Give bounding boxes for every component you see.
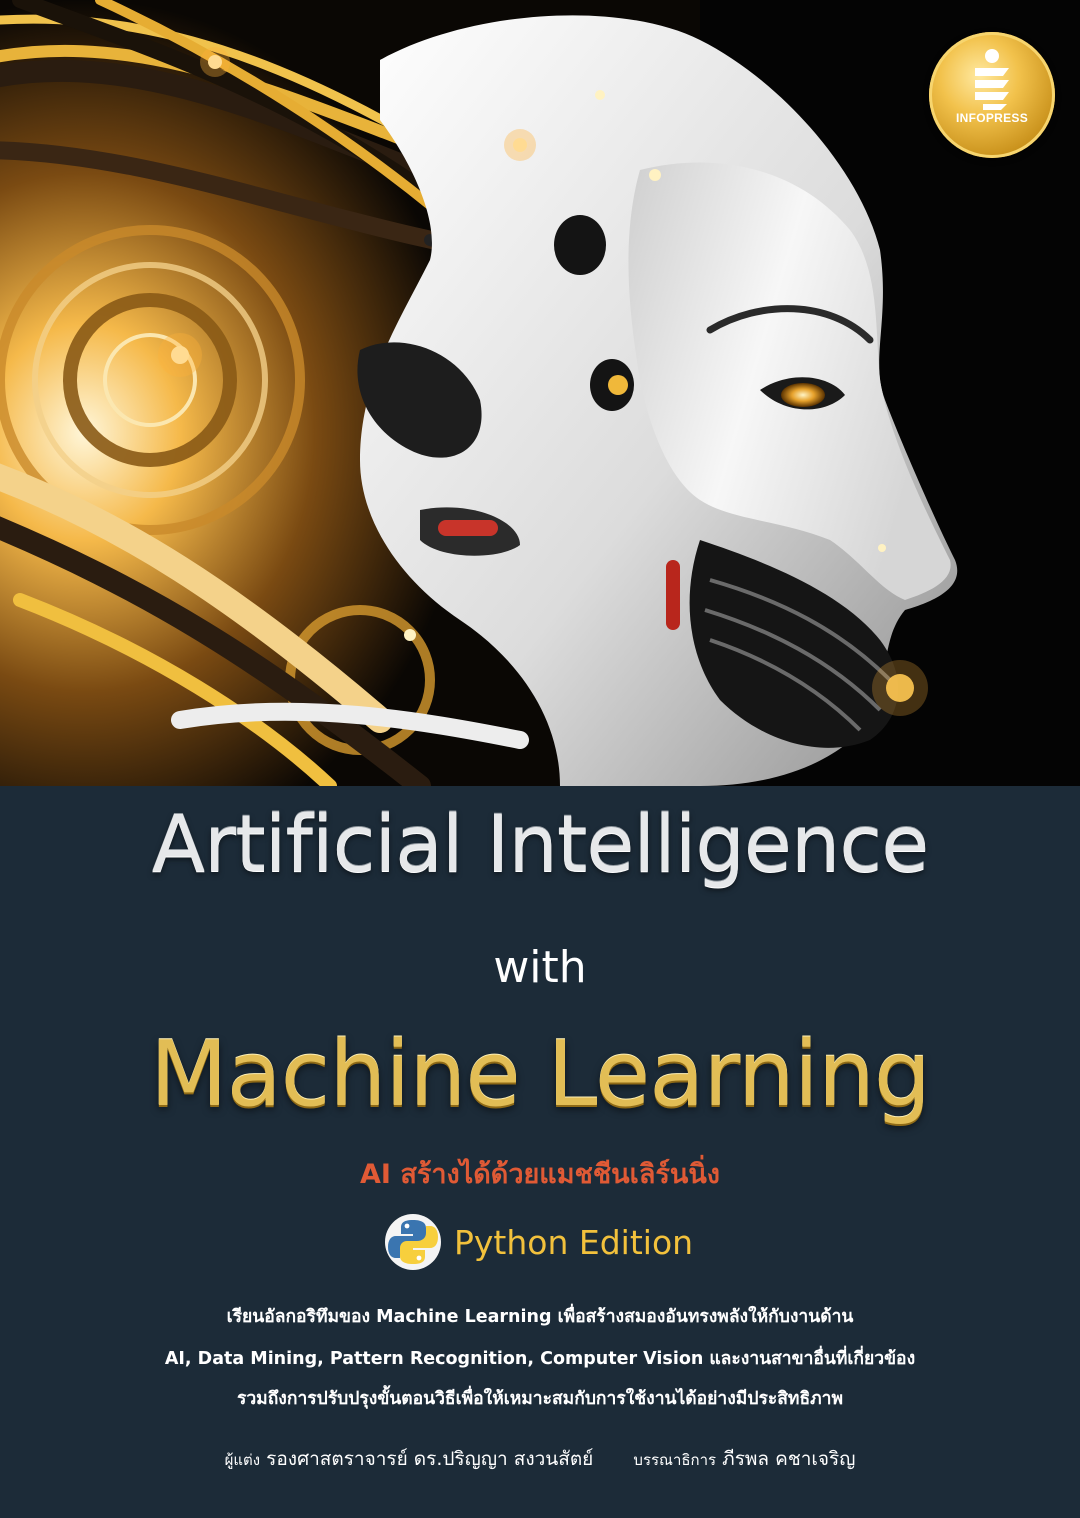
credits: ผู้แต่ง รองศาสตราจารย์ ดร.ปริญญา สงวนสัต… <box>0 1444 1080 1474</box>
author-name: รองศาสตราจารย์ ดร.ปริญญา สงวนสัตย์ <box>266 1448 594 1470</box>
edition-tag: Python Edition <box>384 1212 693 1272</box>
description-line-3: รวมถึงการปรับปรุงขั้นตอนวิธีเพื่อให้เหมา… <box>236 1389 844 1409</box>
editor-name: ภีรพล คชาเจริญ <box>722 1448 856 1470</box>
publisher-name: INFOPRESS <box>955 111 1029 125</box>
publisher-badge: INFOPRESS <box>929 32 1055 158</box>
book-title-line-2: with <box>493 942 587 993</box>
book-title-line-1: Artificial Intelligence <box>151 800 929 890</box>
python-logo-icon <box>385 1214 441 1270</box>
description-line-1: เรียนอัลกอริทึมของ Machine Learning เพื่… <box>226 1307 854 1327</box>
book-title-line-3: Machine Learning <box>149 1022 931 1127</box>
author-role: ผู้แต่ง <box>224 1451 261 1469</box>
edition-label: Python Edition <box>454 1222 694 1262</box>
book-subtitle: AI สร้างได้ด้วยแมชชีนเลิร์นนิ่ง <box>360 1159 720 1190</box>
book-cover: INFOPRESS Artificial Intelligence with M… <box>0 0 1080 1518</box>
editor-role: บรรณาธิการ <box>633 1451 717 1469</box>
description-line-2: AI, Data Mining, Pattern Recognition, Co… <box>164 1349 916 1369</box>
infopress-logo-icon <box>975 49 1009 110</box>
robot-head-illustration: INFOPRESS <box>0 0 1080 786</box>
